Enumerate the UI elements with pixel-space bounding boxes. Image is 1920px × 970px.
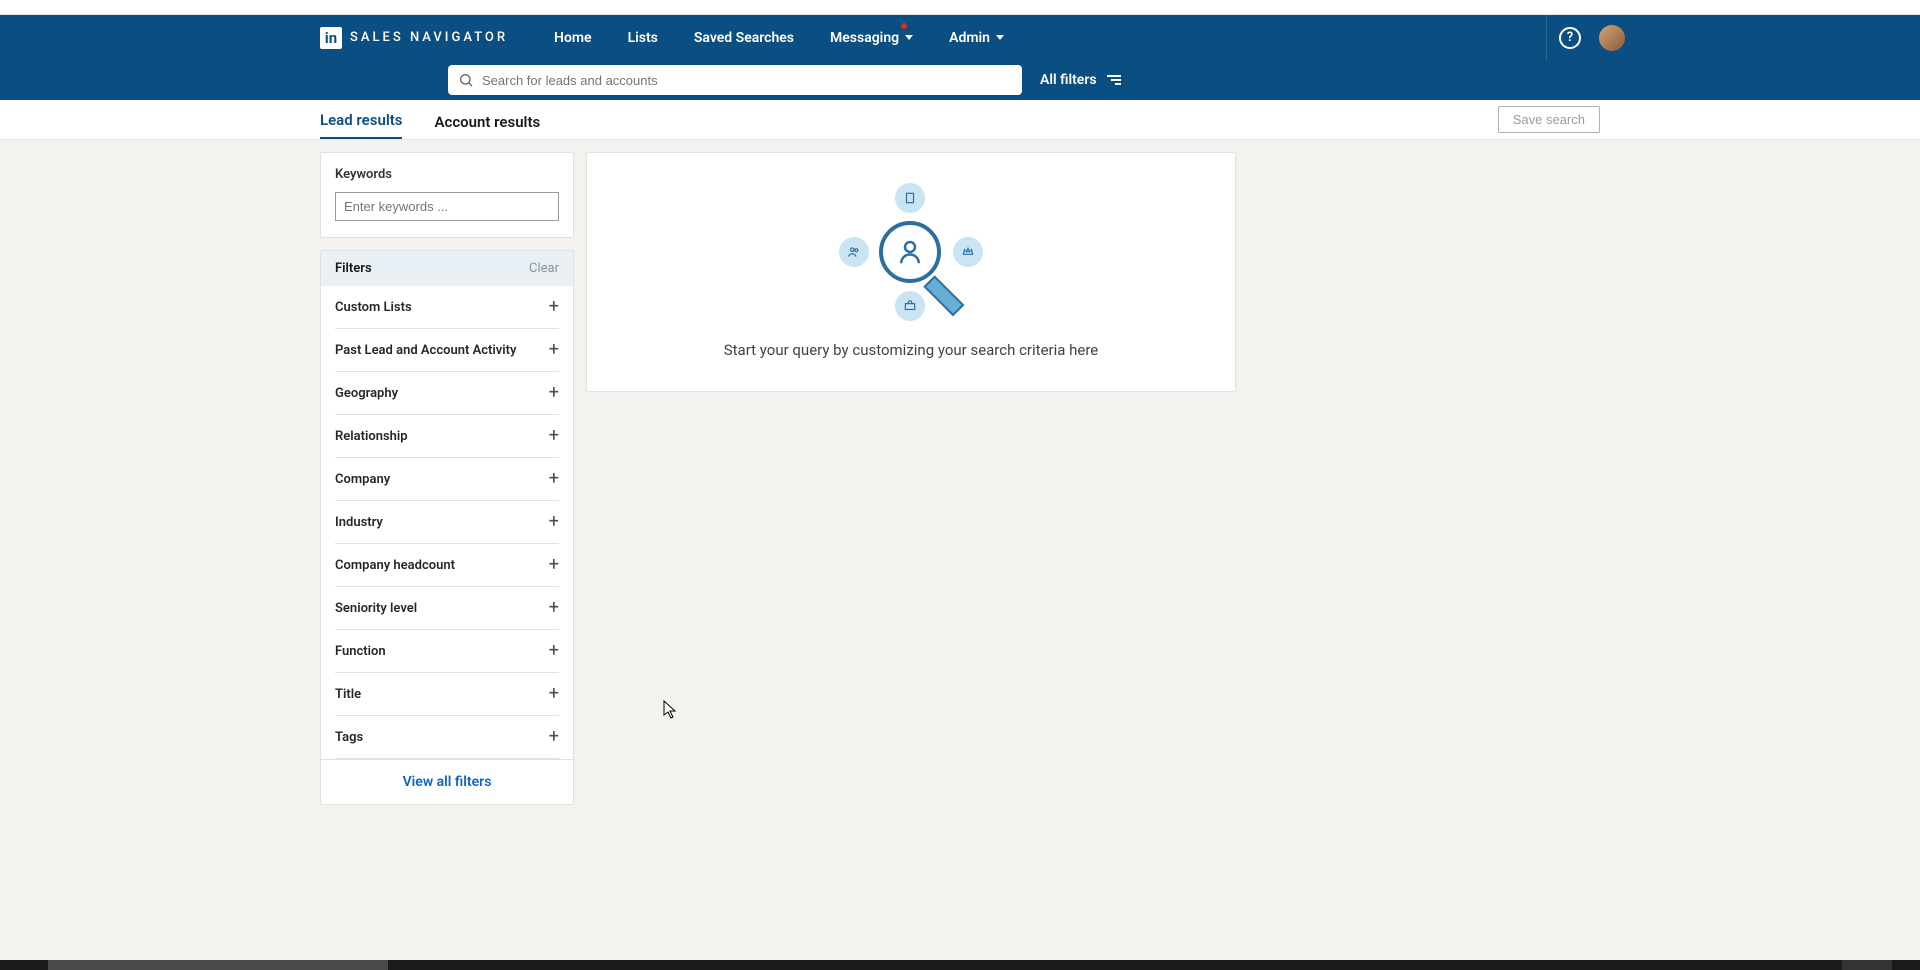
nav-separator xyxy=(1546,15,1547,60)
filter-tags[interactable]: Tags + xyxy=(335,716,559,759)
filters-clear-button[interactable]: Clear xyxy=(529,261,559,276)
plus-icon: + xyxy=(549,599,559,617)
plus-icon: + xyxy=(549,556,559,574)
filter-past-activity[interactable]: Past Lead and Account Activity + xyxy=(335,329,559,372)
nav-lists[interactable]: Lists xyxy=(610,15,676,60)
filter-label: Title xyxy=(335,687,361,702)
plus-icon: + xyxy=(549,513,559,531)
plus-icon: + xyxy=(549,728,559,746)
view-all-filters-button[interactable]: View all filters xyxy=(321,759,573,804)
filter-industry[interactable]: Industry + xyxy=(335,501,559,544)
nav-admin-label: Admin xyxy=(949,30,990,46)
keywords-input[interactable] xyxy=(335,192,559,221)
filter-label: Company headcount xyxy=(335,558,455,573)
nav-home-label: Home xyxy=(554,30,592,46)
plus-icon: + xyxy=(549,642,559,660)
filter-company[interactable]: Company + xyxy=(335,458,559,501)
notification-dot-icon xyxy=(901,23,907,29)
chevron-down-icon xyxy=(996,35,1004,40)
filter-label: Past Lead and Account Activity xyxy=(335,343,517,358)
global-search-box[interactable] xyxy=(448,65,1022,95)
plus-icon: + xyxy=(549,298,559,316)
filter-title[interactable]: Title + xyxy=(335,673,559,716)
filter-custom-lists[interactable]: Custom Lists + xyxy=(335,286,559,329)
brand-name: SALES NAVIGATOR xyxy=(350,30,508,45)
magnifying-glass-icon xyxy=(879,221,941,283)
plus-icon: + xyxy=(549,470,559,488)
filters-card: Filters Clear Custom Lists + Past Lead a… xyxy=(320,250,574,805)
nav-messaging[interactable]: Messaging xyxy=(812,15,931,60)
keywords-card: Keywords xyxy=(320,152,574,238)
empty-results-card: Start your query by customizing your sea… xyxy=(586,152,1236,392)
plus-icon: + xyxy=(549,427,559,445)
nav-messaging-label: Messaging xyxy=(830,30,899,46)
results-tabs-row: Lead results Account results Save search xyxy=(0,100,1920,140)
nav-admin[interactable]: Admin xyxy=(931,15,1022,60)
filter-label: Seniority level xyxy=(335,601,417,616)
filter-label: Geography xyxy=(335,386,398,401)
nav-home[interactable]: Home xyxy=(536,15,610,60)
browser-chrome-strip xyxy=(0,0,1920,15)
building-icon xyxy=(895,183,925,213)
filter-label: Custom Lists xyxy=(335,300,412,315)
taskbar-strip xyxy=(0,960,1920,970)
search-bar-row: All filters xyxy=(0,60,1920,100)
filters-title: Filters xyxy=(335,261,372,276)
avatar[interactable] xyxy=(1599,25,1625,51)
search-illustration-icon xyxy=(831,181,991,321)
filter-relationship[interactable]: Relationship + xyxy=(335,415,559,458)
nav-saved-searches[interactable]: Saved Searches xyxy=(676,15,812,60)
filter-function[interactable]: Function + xyxy=(335,630,559,673)
people-icon xyxy=(839,237,869,267)
chevron-down-icon xyxy=(905,35,913,40)
filter-geography[interactable]: Geography + xyxy=(335,372,559,415)
crown-icon xyxy=(953,237,983,267)
tab-account-results[interactable]: Account results xyxy=(434,103,540,139)
plus-icon: + xyxy=(549,341,559,359)
all-filters-label: All filters xyxy=(1040,72,1097,88)
filter-seniority-level[interactable]: Seniority level + xyxy=(335,587,559,630)
search-icon xyxy=(458,72,474,88)
plus-icon: + xyxy=(549,685,559,703)
plus-icon: + xyxy=(549,384,559,402)
tab-lead-results[interactable]: Lead results xyxy=(320,101,402,139)
all-filters-button[interactable]: All filters xyxy=(1040,72,1121,88)
filter-company-headcount[interactable]: Company headcount + xyxy=(335,544,559,587)
filter-label: Industry xyxy=(335,515,383,530)
nav-lists-label: Lists xyxy=(628,30,658,46)
global-search-input[interactable] xyxy=(482,73,1012,88)
help-icon[interactable]: ? xyxy=(1559,27,1581,49)
filter-label: Relationship xyxy=(335,429,408,444)
filters-header: Filters Clear xyxy=(321,251,573,286)
save-search-button[interactable]: Save search xyxy=(1498,106,1600,133)
primary-nav: in SALES NAVIGATOR Home Lists Saved Sear… xyxy=(0,15,1920,60)
filter-icon xyxy=(1105,75,1121,85)
magnifying-handle-icon xyxy=(923,275,964,316)
filter-label: Tags xyxy=(335,730,363,745)
briefcase-icon xyxy=(895,291,925,321)
keywords-title: Keywords xyxy=(335,167,559,182)
linkedin-icon: in xyxy=(320,27,342,49)
empty-results-message: Start your query by customizing your sea… xyxy=(724,341,1099,359)
brand-logo[interactable]: in SALES NAVIGATOR xyxy=(320,27,508,49)
filter-label: Function xyxy=(335,644,386,659)
nav-saved-searches-label: Saved Searches xyxy=(694,30,794,46)
page-body: Keywords Filters Clear Custom Lists + Pa… xyxy=(0,140,1920,970)
filter-label: Company xyxy=(335,472,390,487)
